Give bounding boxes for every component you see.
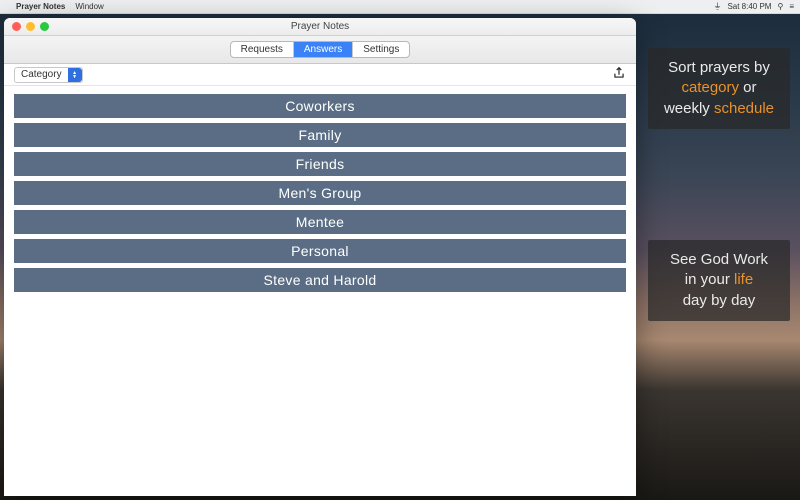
list-item[interactable]: Friends: [14, 152, 626, 176]
promo-text: See God Work: [670, 251, 768, 268]
close-button[interactable]: [12, 22, 21, 31]
minimize-button[interactable]: [26, 22, 35, 31]
macos-menubar: Prayer Notes Window ⏚ Sat 8:40 PM ⚲ ≡: [0, 0, 800, 14]
tab-requests[interactable]: Requests: [231, 42, 294, 57]
list-item[interactable]: Mentee: [14, 210, 626, 234]
menubar-window[interactable]: Window: [75, 2, 103, 11]
toolbar: Requests Answers Settings: [4, 36, 636, 64]
promo-text: Sort prayers by: [668, 59, 770, 76]
promo-text: day by day: [683, 292, 756, 309]
spotlight-icon[interactable]: ⚲: [777, 2, 783, 11]
menubar-app-name[interactable]: Prayer Notes: [16, 2, 65, 11]
sub-toolbar: Category ▲▼: [4, 64, 636, 86]
window-title: Prayer Notes: [4, 21, 636, 32]
promo-highlight: life: [734, 271, 753, 288]
category-list: Coworkers Family Friends Men's Group Men…: [4, 86, 636, 496]
promo-highlight: schedule: [714, 100, 774, 117]
app-window: Prayer Notes Requests Answers Settings C…: [4, 18, 636, 496]
tab-answers[interactable]: Answers: [294, 42, 353, 57]
list-item[interactable]: Steve and Harold: [14, 268, 626, 292]
list-item[interactable]: Family: [14, 123, 626, 147]
promo-text: in your: [685, 271, 734, 288]
promo-highlight: category: [681, 79, 739, 96]
chevron-up-down-icon: ▲▼: [68, 68, 82, 82]
promo-text: or: [739, 79, 757, 96]
window-controls: [12, 22, 49, 31]
list-item[interactable]: Men's Group: [14, 181, 626, 205]
list-item[interactable]: Personal: [14, 239, 626, 263]
wifi-icon[interactable]: ⏚: [713, 1, 721, 12]
menu-icon[interactable]: ≡: [789, 2, 794, 11]
promo-card-see: See God Work in your life day by day: [648, 240, 790, 321]
category-dropdown[interactable]: Category ▲▼: [14, 67, 83, 83]
tab-settings[interactable]: Settings: [353, 42, 409, 57]
promo-text: weekly: [664, 100, 714, 117]
list-item[interactable]: Coworkers: [14, 94, 626, 118]
tab-segmented-control: Requests Answers Settings: [230, 41, 411, 58]
menubar-clock: Sat 8:40 PM: [727, 2, 771, 11]
dropdown-label: Category: [21, 69, 62, 80]
promo-card-sort: Sort prayers by category or weekly sched…: [648, 48, 790, 129]
window-titlebar: Prayer Notes: [4, 18, 636, 36]
zoom-button[interactable]: [40, 22, 49, 31]
share-icon[interactable]: [612, 66, 626, 83]
